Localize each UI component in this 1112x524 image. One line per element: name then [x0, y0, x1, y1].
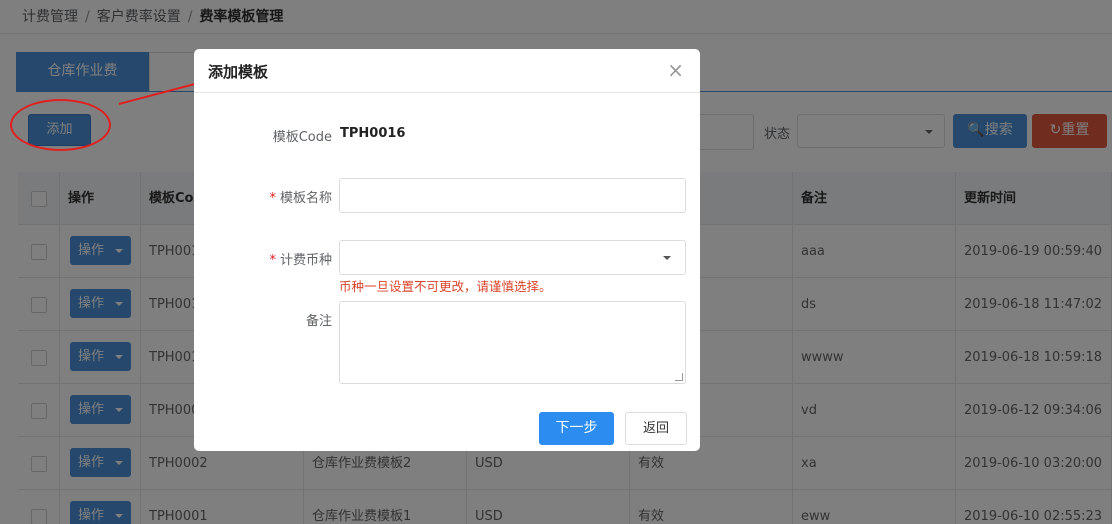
next-step-button[interactable]: 下一步	[539, 412, 614, 445]
currency-select[interactable]	[339, 240, 686, 275]
code-value: TPH0016	[340, 126, 406, 141]
required-mark: *	[269, 253, 276, 268]
back-button[interactable]: 返回	[625, 412, 687, 445]
required-mark: *	[269, 191, 276, 206]
name-label-text: 模板名称	[279, 191, 332, 206]
add-template-dialog: 添加模板 × 模板Code TPH0016 * 模板名称 * 计费币种 币种一旦设置…	[194, 49, 700, 451]
currency-label-text: 计费币种	[279, 253, 332, 268]
remark-label: 备注	[305, 314, 332, 329]
template-name-input[interactable]	[339, 178, 686, 213]
dialog-header: 添加模板 ×	[194, 49, 700, 93]
close-icon[interactable]: ×	[667, 59, 684, 81]
code-label: 模板Code	[272, 130, 332, 145]
name-label: * 模板名称	[234, 187, 332, 206]
currency-label: * 计费币种	[234, 249, 332, 268]
dialog-title: 添加模板	[208, 63, 269, 81]
chevron-down-icon	[663, 256, 671, 260]
currency-warning: 币种一旦设置不可更改，请谨慎选择。	[339, 279, 552, 294]
resize-handle-icon[interactable]	[675, 373, 683, 381]
remark-textarea[interactable]	[339, 301, 686, 384]
